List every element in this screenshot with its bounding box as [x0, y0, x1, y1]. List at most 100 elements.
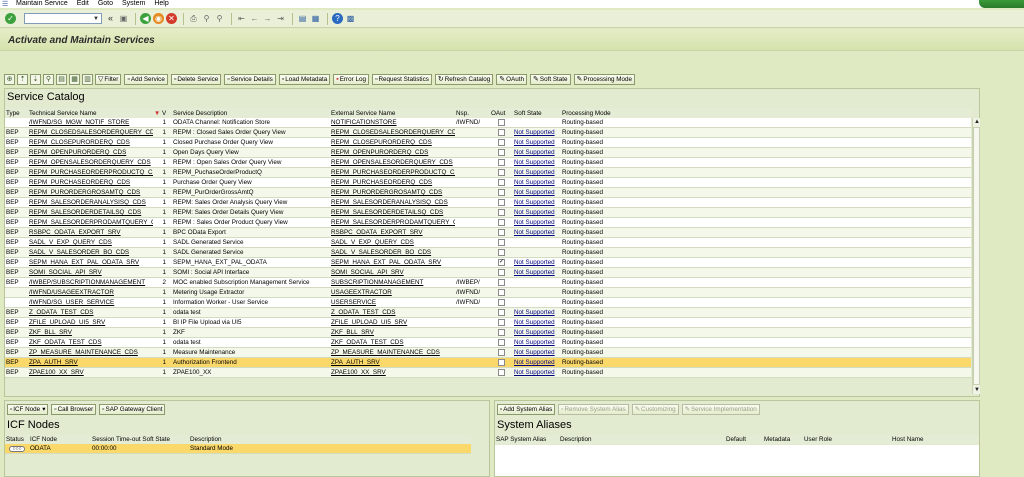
table-row[interactable]: BEP SOMI_SOCIAL_API_SRV 1 SOMI : Social API…: [5, 268, 971, 278]
table-row[interactable]: /IWFND/USAGEEXTRACTOR 1 Metering Usage Ext…: [5, 288, 971, 298]
shortcut-icon[interactable]: ▦: [310, 13, 321, 24]
sap-menu-icon[interactable]: ☰: [2, 1, 10, 8]
oauth-checkbox[interactable]: [498, 179, 505, 186]
soft-state-cell[interactable]: Not Supported: [513, 198, 561, 207]
soft-state-cell[interactable]: Not Supported: [513, 218, 561, 227]
first-page-icon[interactable]: ⇤: [236, 13, 247, 24]
oauth-checkbox[interactable]: [498, 199, 505, 206]
soft-state-cell[interactable]: Not Supported: [513, 368, 561, 377]
column-header-host-name[interactable]: Host Name: [891, 435, 977, 444]
technical-name-cell[interactable]: ZPAE100_XX_SRV: [28, 368, 153, 377]
column-header-sap-system-alias[interactable]: SAP System Alias: [495, 435, 559, 444]
oauth-checkbox[interactable]: [498, 129, 505, 136]
technical-name-cell[interactable]: REPM_PURCHASEORDERQ_CDS: [28, 178, 153, 187]
soft-state-cell[interactable]: Not Supported: [513, 308, 561, 317]
technical-name-cell[interactable]: REPM_PURORDERGROSAMTQ_CDS: [28, 188, 153, 197]
column-header-version[interactable]: ▼ V: [153, 109, 172, 118]
technical-name-cell[interactable]: ZKF_ODATA_TEST_CDS: [28, 338, 153, 347]
back-arrows-icon[interactable]: «: [105, 13, 116, 24]
oauth-checkbox[interactable]: [498, 349, 505, 356]
column-header-namespace[interactable]: Nsp.: [455, 109, 490, 118]
column-header-oauth[interactable]: OAut: [490, 109, 513, 118]
soft-state-cell[interactable]: Not Supported: [513, 188, 561, 197]
external-name-cell[interactable]: REPM_CLOSEDSALESORDERQUERY_CDS: [330, 128, 455, 137]
oauth-checkbox[interactable]: [498, 209, 505, 216]
table-row[interactable]: BEP RSBPC_ODATA_EXPORT_SRV 1 BPC OData Expo…: [5, 228, 971, 238]
column-header-metadata[interactable]: Metadata: [763, 435, 803, 444]
external-name-cell[interactable]: SADL_V_EXP_QUERY_CDS: [330, 238, 455, 247]
soft-state-cell[interactable]: Not Supported: [513, 138, 561, 147]
find-next-icon[interactable]: ⚲: [214, 13, 225, 24]
soft-state-button[interactable]: ✎ Soft State: [530, 73, 571, 85]
oauth-checkbox[interactable]: [498, 219, 505, 226]
external-name-cell[interactable]: REPM_PURCHASEORDERQ_CDS: [330, 178, 455, 187]
oauth-checkbox[interactable]: [498, 229, 505, 236]
soft-state-cell[interactable]: Not Supported: [513, 258, 561, 267]
exit-icon[interactable]: ◉: [153, 13, 164, 24]
table-row[interactable]: /IWFND/SG_USER_SERVICE 1 Information Worke…: [5, 298, 971, 308]
command-field[interactable]: ▼: [24, 13, 102, 24]
technical-name-cell[interactable]: Z_ODATA_TEST_CDS: [28, 308, 153, 317]
table-row[interactable]: BEP ZPA_AUTH_SRV 1 Authorization Frontend ZP…: [5, 358, 971, 368]
column-header-user-role[interactable]: User Role: [803, 435, 891, 444]
remove-system-alias-button[interactable]: ▫ Remove System Alias: [558, 404, 629, 415]
table-row[interactable]: BEP SADL_V_SALESORDER_BO_CDS 1 SADL Generat…: [5, 248, 971, 258]
service-implementation-button[interactable]: ✎ Service Implementation: [681, 404, 760, 415]
oauth-checkbox[interactable]: [498, 279, 505, 286]
oauth-checkbox[interactable]: [498, 249, 505, 256]
table-row[interactable]: BEP REPM_SALESORDERANALYSISQ_CDS 1 REPM: Sa…: [5, 198, 971, 208]
icf-node-button[interactable]: ▫ ICF Node ▾: [7, 404, 49, 415]
export-icon[interactable]: ▤: [56, 73, 67, 85]
external-name-cell[interactable]: SADL_V_SALESORDER_BO_CDS: [330, 248, 455, 257]
external-name-cell[interactable]: REPM_OPENPURORDERQ_CDS: [330, 148, 455, 157]
technical-name-cell[interactable]: SADL_V_EXP_QUERY_CDS: [28, 238, 153, 247]
external-name-cell[interactable]: ZKF_BLL_SRV: [330, 328, 455, 337]
table-row[interactable]: BEP ZKF_ODATA_TEST_CDS 1 odata test ZKF_ODAT…: [5, 338, 971, 348]
scroll-down-icon[interactable]: ▼: [973, 386, 981, 394]
table-row[interactable]: BEP REPM_CLOSEDSALESORDERQUERY_CDS 1 REPM :…: [5, 128, 971, 138]
column-header-session-timeout[interactable]: Session Time-out Soft State: [91, 435, 189, 444]
soft-state-cell[interactable]: Not Supported: [513, 318, 561, 327]
external-name-cell[interactable]: Z_ODATA_TEST_CDS: [330, 308, 455, 317]
error-log-button[interactable]: ▪ Error Log: [333, 73, 369, 85]
soft-state-cell[interactable]: Not Supported: [513, 208, 561, 217]
technical-name-cell[interactable]: ZPA_AUTH_SRV: [28, 358, 153, 367]
external-name-cell[interactable]: REPM_SALESORDERDETAILSQ_CDS: [330, 208, 455, 217]
new-session-icon[interactable]: ▤: [297, 13, 308, 24]
menu-help[interactable]: Help: [154, 0, 168, 8]
external-name-cell[interactable]: ZPAE100_XX_SRV: [330, 368, 455, 377]
technical-name-cell[interactable]: /IWFND/SG_MGW_NOTIF_STORE: [28, 118, 153, 127]
table-row[interactable]: BEP ZP_MEASURE_MAINTENANCE_CDS 1 Measure Ma…: [5, 348, 971, 358]
external-name-cell[interactable]: SUBSCRIPTIONMANAGEMENT: [330, 278, 455, 287]
oauth-checkbox[interactable]: [498, 339, 505, 346]
table-row[interactable]: BEP/IWBEP/SUBSCRIPTIONMANAGEMENT 2 MOC ena…: [5, 278, 971, 288]
scroll-up-icon[interactable]: ▲: [973, 118, 981, 126]
oauth-checkbox[interactable]: [498, 189, 505, 196]
table-row[interactable]: /IWFND/SG_MGW_NOTIF_STORE 1 ODATA Channel:…: [5, 118, 971, 128]
external-name-cell[interactable]: USERSERVICE: [330, 298, 455, 307]
technical-name-cell[interactable]: REPM_CLOSEDSALESORDERQUERY_CDS: [28, 128, 153, 137]
oauth-checkbox[interactable]: [498, 139, 505, 146]
column-header-technical-name[interactable]: Technical Service Name: [28, 109, 153, 118]
service-details-button[interactable]: ▫ Service Details: [224, 73, 276, 85]
technical-name-cell[interactable]: SOMI_SOCIAL_API_SRV: [28, 268, 153, 277]
column-header-external-name[interactable]: External Service Name: [330, 109, 455, 118]
column-header-status[interactable]: Status: [5, 435, 29, 444]
load-metadata-button[interactable]: ▫ Load Metadata: [278, 73, 331, 85]
last-page-icon[interactable]: ⇥: [275, 13, 286, 24]
find-icon[interactable]: ⚲: [201, 13, 212, 24]
column-header-default[interactable]: Default: [725, 435, 763, 444]
technical-name-cell[interactable]: REPM_SALESORDERDETAILSQ_CDS: [28, 208, 153, 217]
oauth-checkbox[interactable]: [498, 239, 505, 246]
previous-page-icon[interactable]: ←: [249, 13, 260, 24]
soft-state-cell[interactable]: Not Supported: [513, 358, 561, 367]
table-row[interactable]: BEP Z_ODATA_TEST_CDS 1 odata test Z_ODATA_TE…: [5, 308, 971, 318]
help-icon[interactable]: ?: [332, 13, 343, 24]
print-list-icon[interactable]: ▥: [82, 73, 93, 85]
soft-state-cell[interactable]: Not Supported: [513, 348, 561, 357]
technical-name-cell[interactable]: RSBPC_ODATA_EXPORT_SRV: [28, 228, 153, 237]
oauth-checkbox[interactable]: [498, 149, 505, 156]
add-service-button[interactable]: ▫ Add Service: [124, 73, 168, 85]
menu-maintain-service[interactable]: Maintain Service: [16, 0, 68, 8]
dropdown-icon[interactable]: ▼: [93, 16, 99, 22]
